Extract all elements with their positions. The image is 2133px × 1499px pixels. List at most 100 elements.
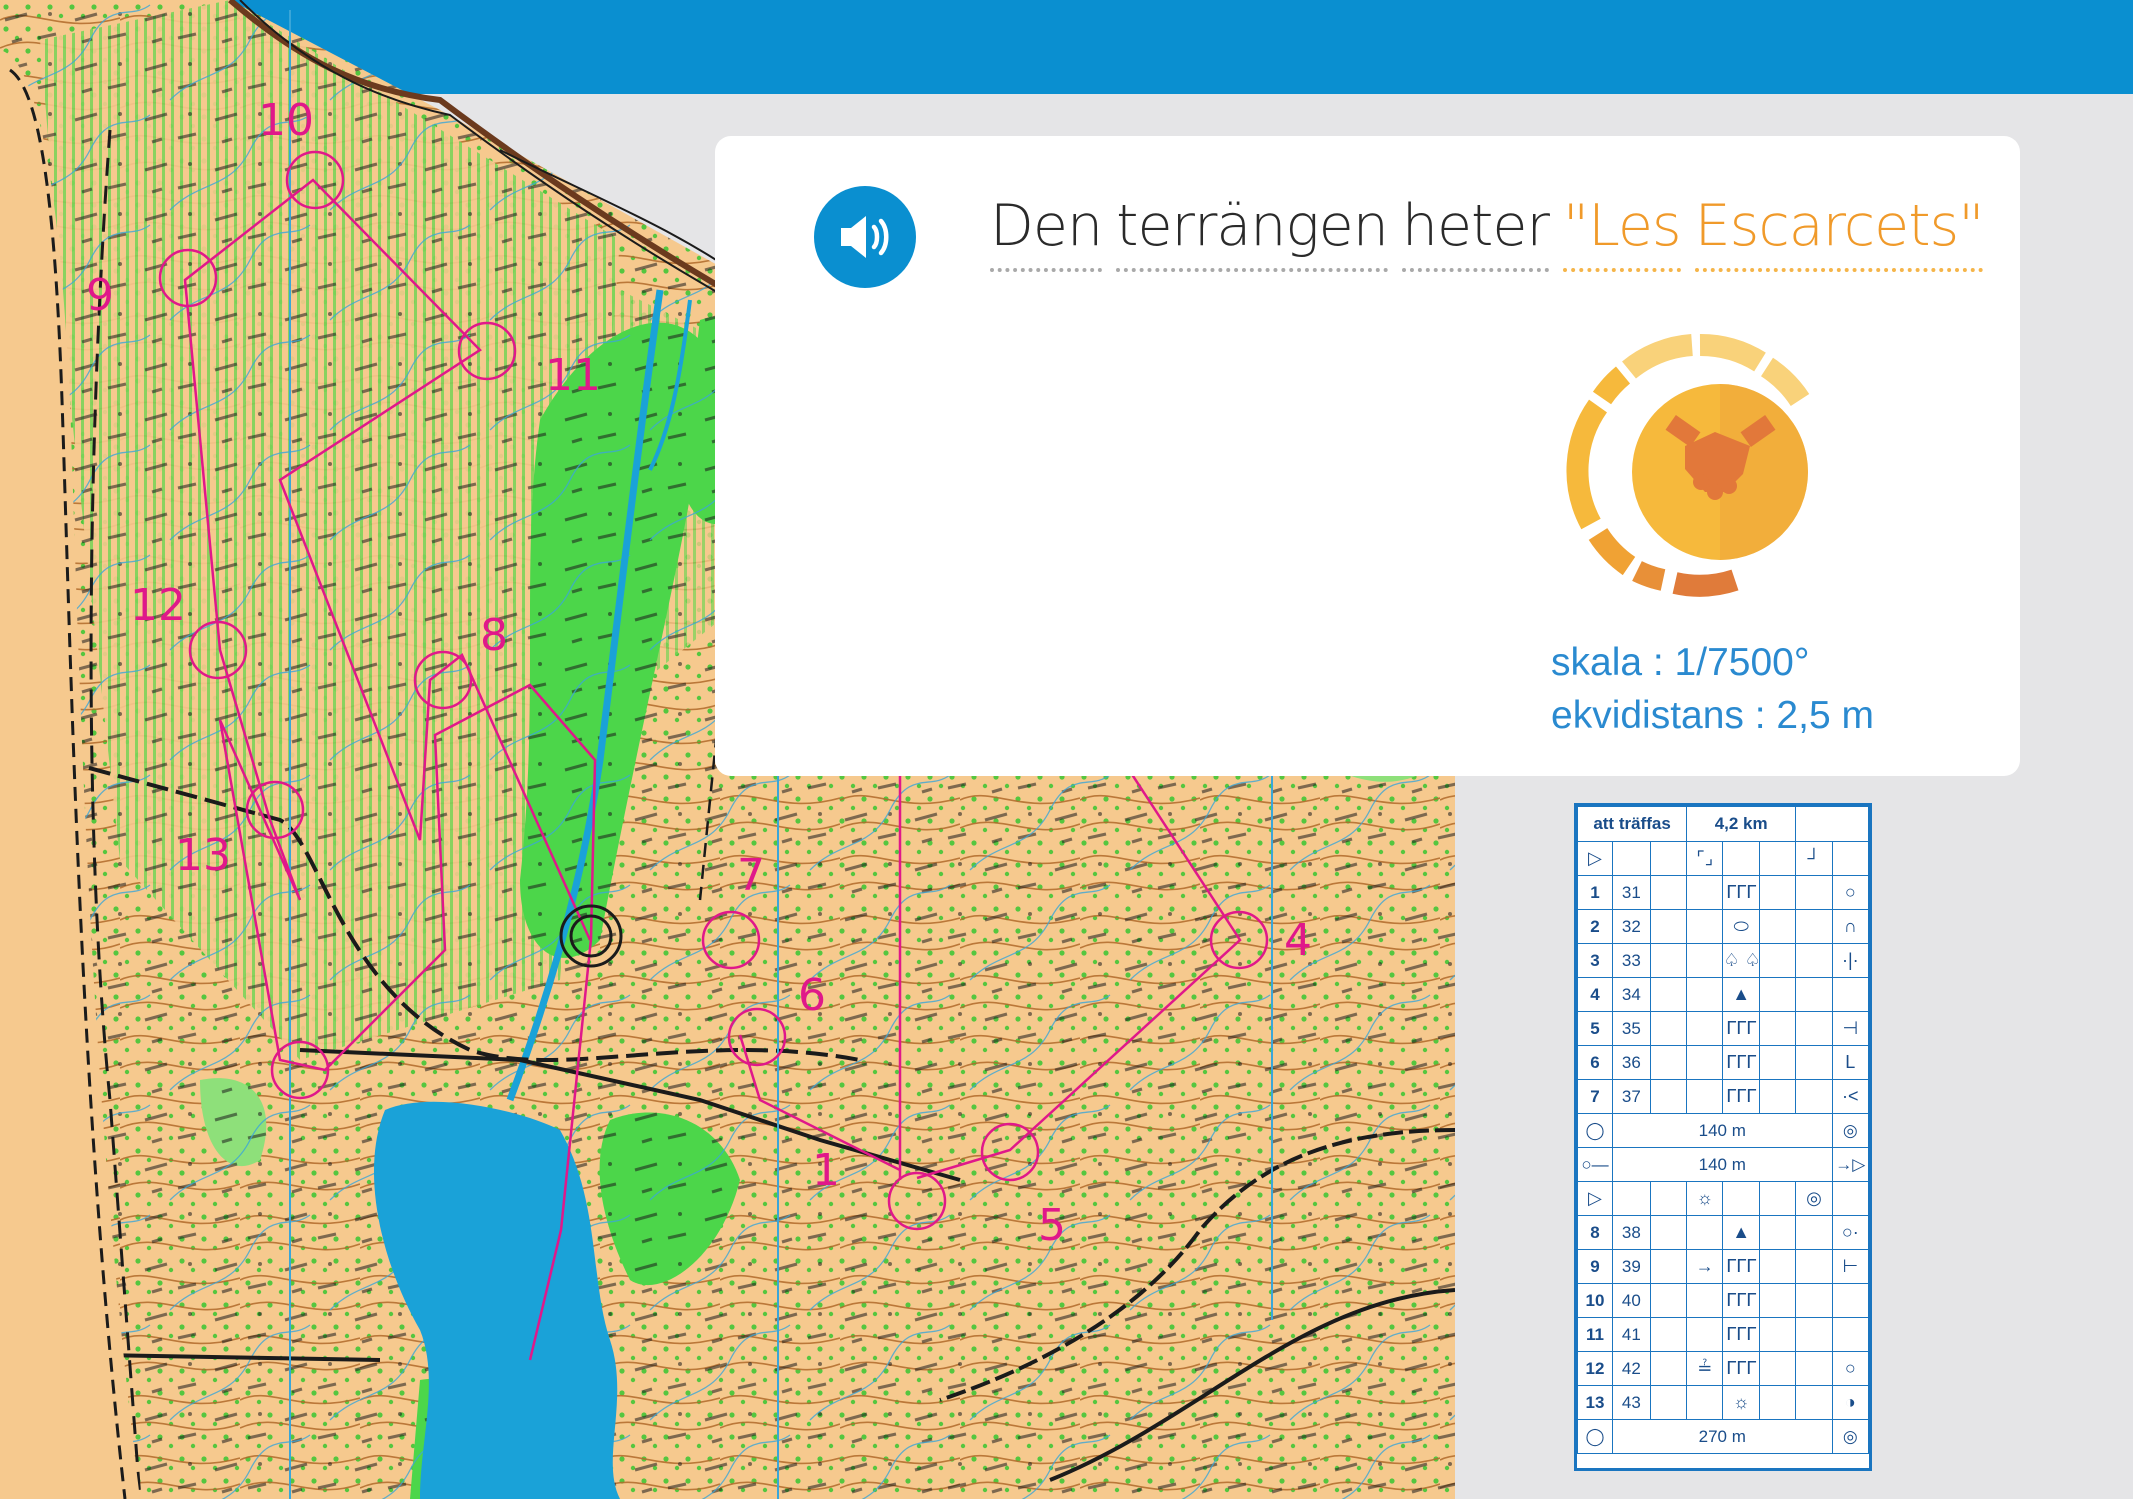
control-row: 1 31 ᒥᒥᒥ ○ <box>1577 875 1870 910</box>
start-triangle-icon: ▷ <box>1577 1181 1613 1216</box>
leg-end-icon: ◎ <box>1831 1113 1870 1148</box>
which-feature-cell <box>1649 1249 1688 1284</box>
play-audio-button[interactable] <box>814 186 916 288</box>
dimension-cell <box>1795 1249 1833 1284</box>
location-icon: L <box>1831 1045 1870 1080</box>
dimension-cell <box>1795 1215 1833 1250</box>
sentence-term-word[interactable]: "Les <box>1562 192 1682 273</box>
map-control-4: 4 <box>1284 915 1312 966</box>
map-control-6: 6 <box>798 970 826 1021</box>
dimension-cell <box>1795 1045 1833 1080</box>
marked-route-start-icon: ○— <box>1577 1147 1613 1182</box>
control-row: 12 42 ≟ ᒥᒥᒥ ○ <box>1577 1351 1870 1386</box>
which-feature-cell <box>1649 1283 1688 1318</box>
location-icon: ◑ <box>1831 1385 1870 1420</box>
control-code: 42 <box>1611 1351 1651 1386</box>
start-triangle-icon: ▷ <box>1577 841 1613 876</box>
which-feature-cell <box>1649 909 1688 944</box>
contour-interval-text: ekvidistans : 2,5 m <box>1551 694 1874 737</box>
control-number: 6 <box>1577 1045 1613 1080</box>
control-number: 8 <box>1577 1215 1613 1250</box>
feature-icon: ♤ ♤ <box>1722 943 1760 978</box>
sentence-term-word[interactable]: Escarcets" <box>1694 192 1984 273</box>
control-number: 12 <box>1577 1351 1613 1386</box>
map-control-12: 12 <box>130 580 186 631</box>
control-number: 5 <box>1577 1011 1613 1046</box>
start-feature-icon: ☼ <box>1686 1181 1724 1216</box>
feature-icon: ᒥᒥᒥ <box>1722 875 1760 910</box>
dimension-cell <box>1795 1079 1833 1114</box>
control-code: 43 <box>1611 1385 1651 1420</box>
control-row: 8 38 ▲ ○· <box>1577 1215 1870 1250</box>
which-feature-cell <box>1649 977 1688 1012</box>
location-icon: ○· <box>1831 1215 1870 1250</box>
direction-cell <box>1686 1385 1724 1420</box>
map-control-9: 9 <box>86 270 114 321</box>
appearance-cell <box>1758 943 1797 978</box>
direction-cell <box>1686 943 1724 978</box>
control-code: 38 <box>1611 1215 1651 1250</box>
info-card: Den terrängen heter "Les Escarcets" skala : … <box>715 136 2020 776</box>
sentence-word[interactable]: terrängen <box>1116 192 1389 273</box>
control-number: 9 <box>1577 1249 1613 1284</box>
direction-cell <box>1686 875 1724 910</box>
control-number: 1 <box>1577 875 1613 910</box>
control-row: 9 39 → ᒥᒥᒥ ⊢ <box>1577 1249 1870 1284</box>
start-feature-icon: ⌜⌟ <box>1686 841 1724 876</box>
sentence: Den terrängen heter "Les Escarcets" <box>990 192 1984 273</box>
direction-cell: → <box>1686 1249 1724 1284</box>
control-code: 37 <box>1611 1079 1651 1114</box>
map-info: skala : 1/7500° ekvidistans : 2,5 m <box>1551 636 1874 742</box>
feature-icon: ᒥᒥᒥ <box>1722 1011 1760 1046</box>
location-icon: ○ <box>1831 875 1870 910</box>
control-code: 32 <box>1611 909 1651 944</box>
appearance-cell <box>1758 1351 1797 1386</box>
which-feature-cell <box>1649 1215 1688 1250</box>
map-control-8: 8 <box>480 610 508 661</box>
which-feature-cell <box>1649 943 1688 978</box>
which-feature-cell <box>1649 1011 1688 1046</box>
direction-cell <box>1686 1079 1724 1114</box>
control-row: 10 40 ᒥᒥᒥ <box>1577 1283 1870 1318</box>
direction-cell <box>1686 909 1724 944</box>
dimension-cell <box>1795 1283 1833 1318</box>
leg-row-2: ○— 140 m →▷ <box>1577 1147 1870 1182</box>
control-number: 4 <box>1577 977 1613 1012</box>
control-row: 7 37 ᒥᒥᒥ ·< <box>1577 1079 1870 1114</box>
appearance-cell <box>1758 1385 1797 1420</box>
feature-icon: ⬭ <box>1722 909 1760 944</box>
control-row: 6 36 ᒥᒥᒥ L <box>1577 1045 1870 1080</box>
sentence-word[interactable]: Den <box>990 192 1103 273</box>
finish-icon: ◎ <box>1831 1419 1870 1454</box>
feature-icon: ᒥᒥᒥ <box>1722 1045 1760 1080</box>
direction-cell: ≟ <box>1686 1351 1724 1386</box>
control-code: 34 <box>1611 977 1651 1012</box>
speaker-icon <box>841 216 889 258</box>
location-icon <box>1831 1283 1870 1318</box>
feature-icon: ᒥᒥᒥ <box>1722 1249 1760 1284</box>
location-icon: ·< <box>1831 1079 1870 1114</box>
direction-cell <box>1686 1011 1724 1046</box>
feature-icon: ᒥᒥᒥ <box>1722 1351 1760 1386</box>
direction-cell <box>1686 1283 1724 1318</box>
direction-cell <box>1686 1045 1724 1080</box>
dimension-cell <box>1795 943 1833 978</box>
which-feature-cell <box>1649 875 1688 910</box>
leg-distance: 140 m <box>1611 1113 1833 1148</box>
feature-icon: ᒥᒥᒥ <box>1722 1079 1760 1114</box>
location-icon: ⊣ <box>1831 1011 1870 1046</box>
control-row: 4 34 ▲ <box>1577 977 1870 1012</box>
start2-row: ▷ ☼ ◎ <box>1577 1181 1870 1216</box>
control-number: 11 <box>1577 1317 1613 1352</box>
which-feature-cell <box>1649 1079 1688 1114</box>
location-icon: ⊢ <box>1831 1249 1870 1284</box>
start-location-icon: ◎ <box>1795 1181 1833 1216</box>
feature-icon: ▲ <box>1722 977 1760 1012</box>
which-feature-cell <box>1649 1317 1688 1352</box>
location-icon: ○ <box>1831 1351 1870 1386</box>
dimension-cell <box>1795 1317 1833 1352</box>
sentence-word[interactable]: heter <box>1401 192 1550 273</box>
control-code: 31 <box>1611 875 1651 910</box>
control-number: 3 <box>1577 943 1613 978</box>
control-row: 5 35 ᒥᒥᒥ ⊣ <box>1577 1011 1870 1046</box>
